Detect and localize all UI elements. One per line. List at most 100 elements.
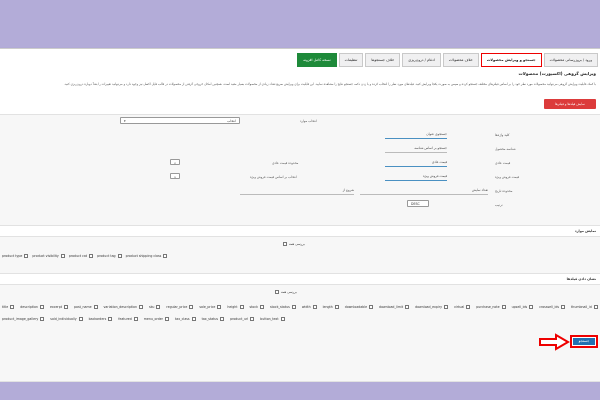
field-checkbox[interactable]: downloadable <box>345 305 374 309</box>
sku-input[interactable]: جستجو بر اساس شناسه <box>385 144 447 153</box>
search-button[interactable]: جستجو <box>570 335 598 348</box>
field-checkbox[interactable]: menu_order <box>144 317 169 321</box>
field-checkbox[interactable]: sale_price <box>199 305 222 309</box>
checkbox-icon[interactable] <box>156 305 161 309</box>
field-checkbox[interactable]: height <box>227 305 244 309</box>
tab-4[interactable]: خلاف جستجوها <box>365 53 401 67</box>
price-operator-select[interactable]: < <box>170 159 180 165</box>
checkbox-icon[interactable] <box>189 305 194 309</box>
checkbox-icon[interactable] <box>239 305 244 309</box>
checkbox-icon[interactable] <box>561 305 566 309</box>
checkbox-icon[interactable] <box>24 254 29 258</box>
field-checkbox[interactable]: sku <box>149 305 161 309</box>
checkbox-icon[interactable] <box>60 254 65 258</box>
checkbox-icon[interactable] <box>280 317 285 321</box>
checkbox-icon[interactable] <box>133 317 138 321</box>
field-checkbox[interactable]: width <box>302 305 317 309</box>
checkbox-icon[interactable] <box>89 254 94 258</box>
sale-input[interactable]: قیمت فروش ویژه <box>385 172 447 181</box>
checkbox-icon[interactable] <box>250 317 255 321</box>
checkbox-icon[interactable] <box>405 305 410 309</box>
checkbox-icon[interactable] <box>501 305 506 309</box>
field-checkbox[interactable]: tax_status <box>202 317 225 321</box>
date-from-input[interactable]: شروع از <box>240 186 354 195</box>
checkbox-icon[interactable] <box>39 305 44 309</box>
field-checkbox[interactable]: product_url <box>230 317 255 321</box>
checkbox-icon[interactable] <box>93 305 98 309</box>
field-checkbox[interactable]: crosssell_ids <box>539 305 566 309</box>
field-checkbox[interactable]: post_name <box>74 305 98 309</box>
section-title: ویرایش گروهی (اکسپورت) محصولات <box>518 71 596 76</box>
field-checkbox[interactable]: stock <box>250 305 264 309</box>
tab-5[interactable]: تنظیمات <box>338 53 364 67</box>
checkbox-icon[interactable] <box>64 305 69 309</box>
checkbox-icon[interactable] <box>259 305 264 309</box>
checkbox-icon[interactable] <box>529 305 534 309</box>
tags-input[interactable]: جستجوی عنوان <box>385 130 447 139</box>
field-checkbox-label: description <box>20 305 38 309</box>
field-checkbox[interactable]: excerpt <box>50 305 69 309</box>
checkbox-icon[interactable] <box>275 290 279 294</box>
field-checkbox[interactable]: product_image_gallery <box>2 317 45 321</box>
type-panel: بررسی همه product type product visibility… <box>0 236 600 274</box>
tab-0[interactable]: ورود / بروزرسانی محصولات <box>543 53 598 67</box>
tab-1[interactable]: جستجو و ویرایش محصولات <box>480 53 542 67</box>
field-checkbox[interactable]: upsell_ids <box>512 305 534 309</box>
field-checkbox[interactable]: stock_status <box>270 305 296 309</box>
field-checkbox[interactable]: product shipping class <box>126 254 168 258</box>
field-checkbox[interactable]: button_text <box>260 317 285 321</box>
field-checkbox[interactable]: download_limit <box>379 305 410 309</box>
date-to-input[interactable]: تعداد نمایش <box>360 186 488 195</box>
checkbox-icon[interactable] <box>217 305 222 309</box>
checkbox-icon[interactable] <box>138 305 143 309</box>
show-fields-button[interactable]: نمایش فیلدها و فیلترها <box>544 99 596 109</box>
tab-6[interactable]: نسخه کامل افزونه <box>297 53 337 67</box>
checkbox-icon[interactable] <box>593 305 598 309</box>
tab-3[interactable]: ادغام / درون‌ریزی <box>402 53 441 67</box>
attributes-select-value: انتخاب <box>227 119 236 123</box>
checkbox-icon[interactable] <box>10 305 15 309</box>
field-checkbox[interactable]: variation_description <box>104 305 143 309</box>
field-checkbox[interactable]: thumbnail_id <box>571 305 598 309</box>
checkbox-icon[interactable] <box>291 305 296 309</box>
checkbox-icon[interactable] <box>40 317 45 321</box>
checkbox-icon[interactable] <box>220 317 225 321</box>
field-checkbox[interactable]: download_expiry <box>415 305 448 309</box>
field-checkbox[interactable]: virtual <box>454 305 471 309</box>
checkbox-icon[interactable] <box>369 305 374 309</box>
field-checkbox[interactable]: title <box>2 305 15 309</box>
field-checkbox[interactable]: product cat <box>69 254 94 258</box>
field-checkbox[interactable]: description <box>20 305 44 309</box>
field-checkbox[interactable]: product type <box>2 254 29 258</box>
order-select[interactable]: DESC <box>407 200 429 207</box>
field-checkbox[interactable]: regular_price <box>166 305 194 309</box>
field-checkbox[interactable]: product visibility <box>32 254 65 258</box>
checkbox-icon[interactable] <box>334 305 339 309</box>
checkbox-icon[interactable] <box>78 317 83 321</box>
field-checkbox[interactable]: tax_class <box>175 317 196 321</box>
field-checkbox[interactable]: featured <box>118 317 138 321</box>
columns-select-all[interactable]: بررسی همه <box>275 290 297 294</box>
checkbox-icon[interactable] <box>191 317 196 321</box>
checkbox-icon[interactable] <box>108 317 113 321</box>
field-checkbox[interactable]: purchase_note <box>476 305 506 309</box>
checkbox-icon[interactable] <box>466 305 471 309</box>
field-checkbox[interactable]: length <box>323 305 339 309</box>
field-checkbox[interactable]: sold_individually <box>50 317 83 321</box>
checkbox-icon[interactable] <box>283 242 287 246</box>
type-fields-list: product type product visibility product ca… <box>2 254 598 258</box>
checkbox-icon[interactable] <box>443 305 448 309</box>
sale-operator-select[interactable]: > <box>170 173 180 179</box>
checkbox-icon[interactable] <box>165 317 169 321</box>
checkbox-icon[interactable] <box>312 305 317 309</box>
checkbox-icon[interactable] <box>117 254 122 258</box>
chevron-down-icon: ▾ <box>124 119 126 123</box>
checkbox-icon[interactable] <box>163 254 168 258</box>
tab-2[interactable]: خلاف محصولات <box>442 53 479 67</box>
field-checkbox[interactable]: backorders <box>89 317 113 321</box>
field-checkbox[interactable]: product tag <box>97 254 122 258</box>
type-select-all[interactable]: بررسی همه <box>283 242 305 246</box>
field-checkbox-label: product shipping class <box>125 254 162 258</box>
price-input[interactable]: قیمت عادی <box>385 158 447 167</box>
attributes-select[interactable]: انتخاب ▾ <box>120 117 240 124</box>
